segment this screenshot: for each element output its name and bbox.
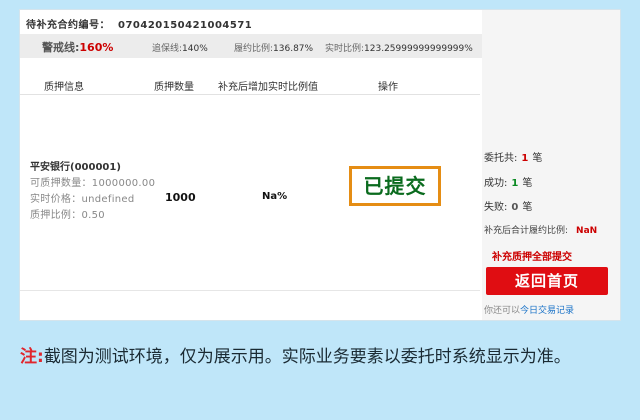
header-action: 操作 <box>378 82 398 93</box>
fail-count: 0 <box>511 202 519 213</box>
entrusted-unit: 笔 <box>532 153 543 164</box>
header-pledge-quantity: 质押数量 <box>154 82 194 93</box>
success-label: 成功: <box>484 178 508 189</box>
maintain-line-value: 140% <box>182 44 208 54</box>
disclaimer-note: 注:截图为测试环境，仅为展示用。实际业务要素以委托时系统显示为准。 <box>20 342 620 372</box>
performance-ratio-item: 履约比例:136.87% <box>234 41 313 54</box>
realtime-price: 实时价格：undefined <box>30 194 135 205</box>
header-added-ratio: 补充后增加实时比例值 <box>218 82 318 93</box>
row-divider <box>20 290 480 291</box>
table-header: 质押信息 质押数量 补充后增加实时比例值 操作 <box>20 76 480 95</box>
stock-name: 平安银行(000001) <box>30 162 121 173</box>
contract-number-label: 待补充合约编号： <box>26 20 110 31</box>
warning-line-item: 警戒线:160% <box>42 39 113 55</box>
summary-sidebar: 委托共: 1 笔 成功: 1 笔 失败: 0 笔 补充后合计履约比例: NaN 补充质押全部提… <box>482 10 620 320</box>
success-count: 1 <box>511 178 519 189</box>
realtime-ratio-item: 实时比例:123.25999999999999% <box>325 41 473 54</box>
fail-unit: 笔 <box>522 202 533 213</box>
success-total: 成功: 1 笔 <box>484 174 532 189</box>
maintain-line-label: 追保线: <box>152 44 183 54</box>
contract-number-line: 待补充合约编号： 070420150421004571 <box>26 16 252 31</box>
today-records-link[interactable]: 今日交易记录 <box>520 306 574 316</box>
performance-ratio-label: 履约比例: <box>234 44 274 54</box>
table-row: 平安银行(000001) 可质押数量：1000000.00 实时价格：undef… <box>20 95 480 275</box>
warning-line-value: 160% <box>79 41 114 54</box>
performance-ratio-value: 136.87% <box>273 44 314 54</box>
total-ratio-value: NaN <box>576 226 598 236</box>
note-prefix: 注: <box>20 347 44 367</box>
available-quantity: 可质押数量：1000000.00 <box>30 178 156 189</box>
supplement-pledge-panel: 待补充合约编号： 070420150421004571 警戒线:160% 追保线:… <box>20 10 620 320</box>
ratio-summary-bar: 警戒线:160% 追保线:140% 履约比例:136.87% 实时比例:123.… <box>20 34 482 58</box>
today-records-prefix: 你还可以 <box>484 306 521 316</box>
note-text: 截图为测试环境，仅为展示用。实际业务要素以委托时系统显示为准。 <box>43 347 571 367</box>
back-home-button[interactable]: 返回首页 <box>486 267 608 295</box>
entrusted-count: 1 <box>521 153 529 164</box>
fail-label: 失败: <box>484 202 508 213</box>
realtime-ratio-value: 123.25999999999999% <box>364 44 473 54</box>
all-submitted-status: 补充质押全部提交 <box>492 252 572 263</box>
pledge-quantity-value: 1000 <box>165 191 196 204</box>
warning-line-label: 警戒线: <box>42 41 80 54</box>
realtime-ratio-label: 实时比例: <box>325 44 365 54</box>
header-pledge-info: 质押信息 <box>44 82 84 93</box>
entrusted-total: 委托共: 1 笔 <box>484 149 542 164</box>
today-records-line: 你还可以今日交易记录 <box>484 303 574 316</box>
submitted-status-button[interactable]: 已提交 <box>349 166 441 206</box>
entrusted-label: 委托共: <box>484 153 518 164</box>
contract-number-value: 070420150421004571 <box>118 20 253 31</box>
added-ratio-value: Na% <box>262 191 288 202</box>
maintain-line-item: 追保线:140% <box>152 41 208 54</box>
total-ratio-label: 补充后合计履约比例: <box>484 226 569 236</box>
pledge-ratio: 质押比例：0.50 <box>30 210 105 221</box>
success-unit: 笔 <box>522 178 533 189</box>
fail-total: 失败: 0 笔 <box>484 198 532 213</box>
main-content: 待补充合约编号： 070420150421004571 警戒线:160% 追保线:… <box>20 10 483 320</box>
total-ratio-line: 补充后合计履约比例: NaN <box>484 223 597 236</box>
